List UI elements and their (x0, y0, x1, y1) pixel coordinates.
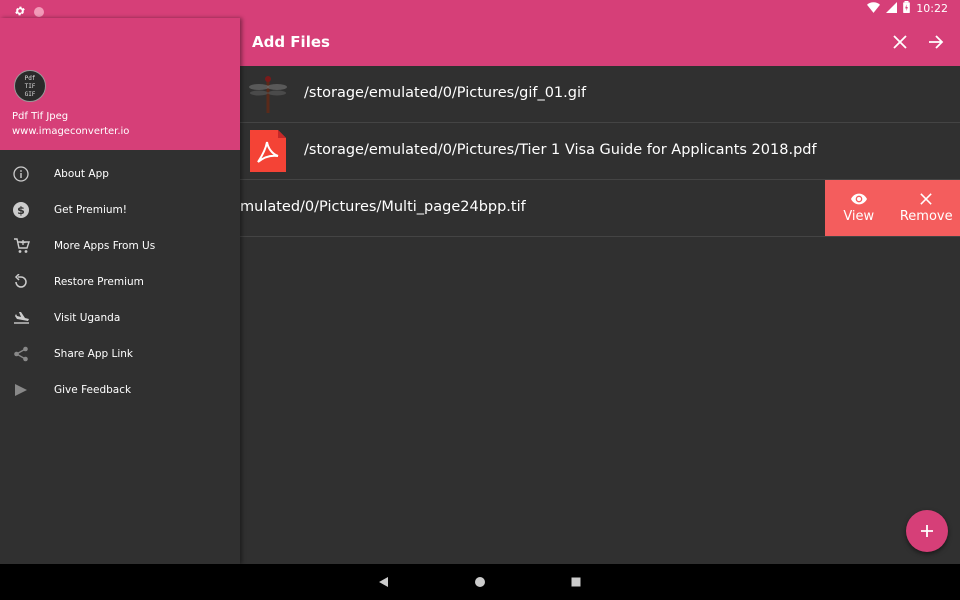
menu-item-label: Give Feedback (54, 384, 132, 396)
dollar-icon: $ (11, 200, 31, 220)
cart-icon (11, 236, 31, 256)
remove-button[interactable]: Remove (893, 180, 960, 236)
signal-icon (886, 1, 898, 16)
back-icon (379, 577, 388, 587)
home-icon (475, 577, 485, 587)
close-button[interactable] (888, 30, 912, 54)
menu-item-give-feedback[interactable]: Give Feedback (0, 372, 240, 408)
menu-item-share-app-link[interactable]: Share App Link (0, 336, 240, 372)
notification-dot-icon (34, 6, 44, 17)
wifi-icon (867, 1, 881, 16)
file-path: /storage/emulated/0/Pictures/gif_01.gif (304, 85, 587, 101)
clock: 10:22 (916, 2, 948, 15)
swipe-actions: View Remove (825, 180, 960, 236)
app-website: www.imageconverter.io (12, 126, 130, 137)
file-row[interactable]: /storage/emulated/0/Pictures/gif_01.gif (240, 66, 960, 123)
file-row-swiped[interactable]: mulated/0/Pictures/Multi_page24bpp.tif V… (240, 180, 960, 237)
menu-item-label: Visit Uganda (54, 312, 121, 324)
file-list: /storage/emulated/0/Pictures/gif_01.gif … (240, 66, 960, 237)
system-navigation-bar (0, 564, 960, 600)
file-path: mulated/0/Pictures/Multi_page24bpp.tif (240, 199, 526, 215)
menu-item-label: Get Premium! (54, 204, 127, 216)
dragonfly-thumbnail (248, 73, 288, 115)
status-bar: 10:22 (0, 0, 960, 18)
menu-item-restore-premium[interactable]: Restore Premium (0, 264, 240, 300)
back-button[interactable] (376, 574, 392, 590)
drawer-menu: About App $ Get Premium! More Apps From … (0, 150, 240, 408)
app-name: Pdf Tif Jpeg (12, 111, 69, 122)
battery-icon (903, 1, 911, 16)
recents-button[interactable] (568, 574, 584, 590)
app-bar: Add Files (240, 18, 960, 66)
menu-item-label: More Apps From Us (54, 240, 156, 252)
info-icon (11, 164, 31, 184)
next-button[interactable] (924, 30, 948, 54)
restore-icon (11, 272, 31, 292)
navigation-drawer: Pdf TIF GIF Pdf Tif Jpeg www.imageconver… (0, 18, 240, 564)
send-icon (11, 380, 31, 400)
logo-text: TIF (24, 83, 36, 90)
eye-icon (850, 193, 867, 204)
menu-item-label: Restore Premium (54, 276, 144, 288)
menu-item-label: Share App Link (54, 348, 133, 360)
menu-item-about-app[interactable]: About App (0, 156, 240, 192)
share-icon (11, 344, 31, 364)
plane-icon (11, 308, 31, 328)
svg-text:$: $ (17, 204, 25, 217)
file-path: /storage/emulated/0/Pictures/Tier 1 Visa… (304, 142, 817, 158)
logo-text: GIF (24, 91, 36, 98)
recents-icon (571, 577, 581, 587)
file-row[interactable]: /storage/emulated/0/Pictures/Tier 1 Visa… (240, 123, 960, 180)
logo-text: Pdf (24, 75, 36, 82)
arrow-forward-icon (929, 35, 944, 49)
view-label: View (843, 208, 875, 224)
pdf-icon (248, 130, 288, 172)
add-file-button[interactable] (906, 510, 948, 552)
menu-item-more-apps[interactable]: More Apps From Us (0, 228, 240, 264)
remove-label: Remove (899, 208, 953, 224)
plus-icon (921, 525, 933, 537)
drawer-header: Pdf TIF GIF Pdf Tif Jpeg www.imageconver… (0, 18, 240, 150)
menu-item-label: About App (54, 168, 109, 180)
page-title: Add Files (252, 33, 330, 51)
home-button[interactable] (472, 574, 488, 590)
close-icon (893, 35, 907, 49)
menu-item-get-premium[interactable]: $ Get Premium! (0, 192, 240, 228)
menu-item-visit-uganda[interactable]: Visit Uganda (0, 300, 240, 336)
view-button[interactable]: View (825, 180, 893, 236)
app-logo: Pdf TIF GIF (14, 70, 46, 102)
close-icon (920, 192, 932, 205)
